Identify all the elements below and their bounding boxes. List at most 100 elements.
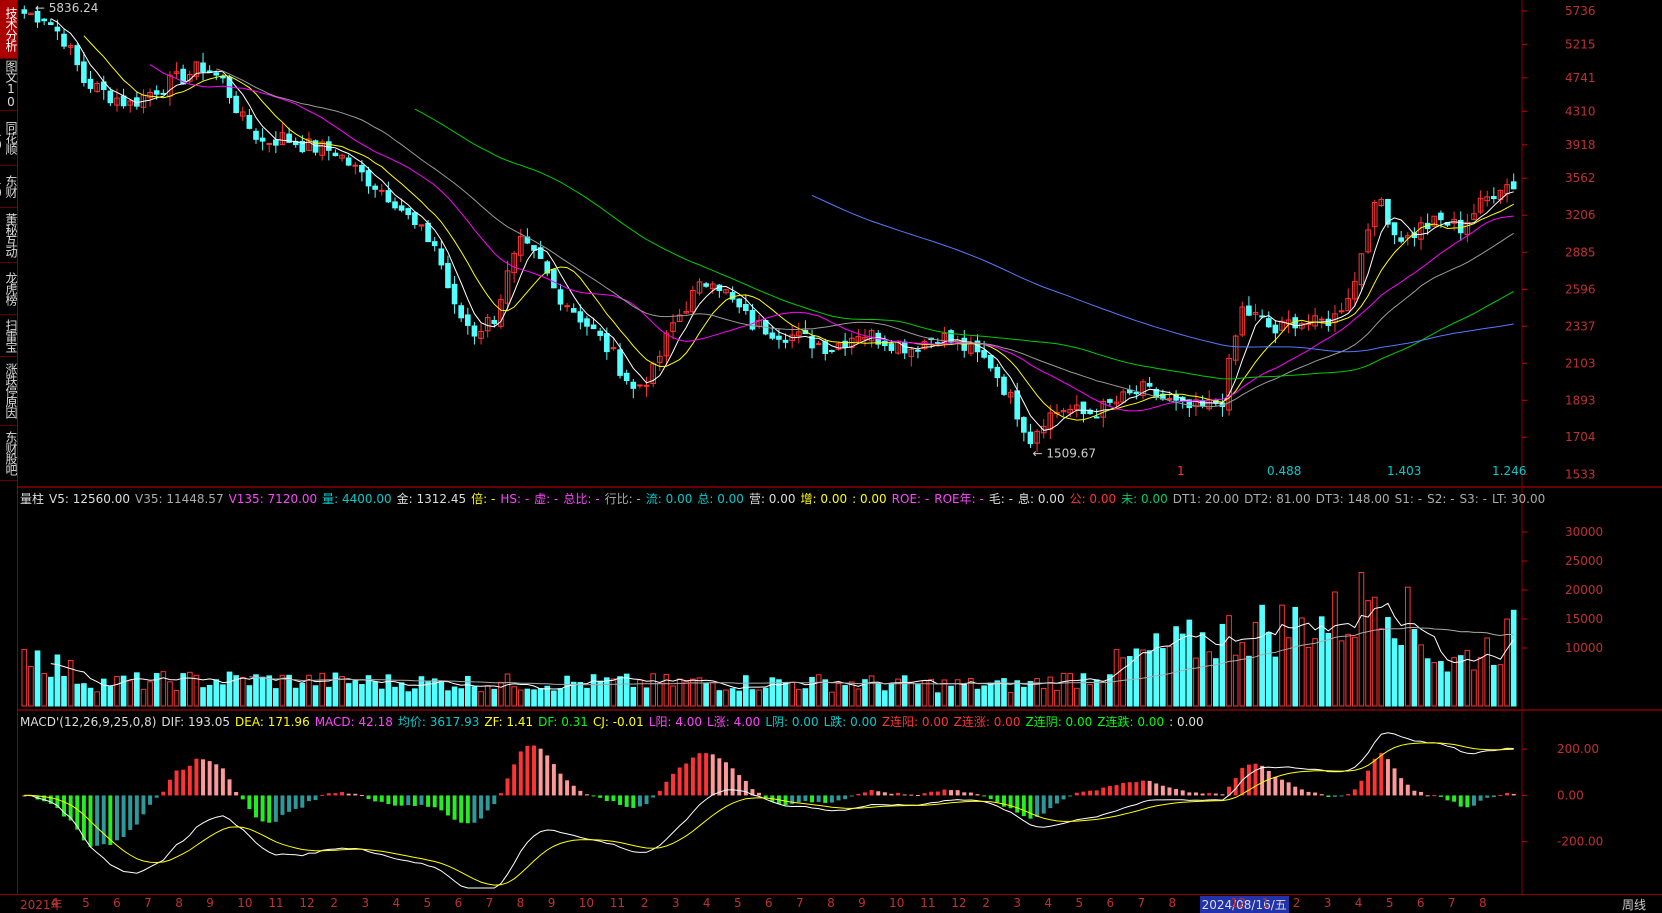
volume-bar xyxy=(934,692,941,707)
left-tab-0[interactable]: 技术分析 xyxy=(0,0,18,59)
stock-chart[interactable]: 5736 5215 4741 4310 3918 3562 3206 2885 2596 2337… xyxy=(17,0,1662,894)
price-tick-label-1: 5215 xyxy=(1565,37,1596,51)
time-label-44: 5 xyxy=(1385,896,1394,910)
macd-bar xyxy=(1213,793,1218,796)
price-tick-label-8: 2596 xyxy=(1565,282,1596,296)
left-tab-8[interactable]: 东财股吧 xyxy=(0,425,18,481)
volume-info-field-6: 倍: - xyxy=(471,492,496,506)
macd-bar xyxy=(379,795,384,802)
macd-bar xyxy=(492,795,497,805)
macd-bar xyxy=(1068,795,1073,797)
candle-body xyxy=(1491,196,1497,200)
volume-bar xyxy=(345,683,352,707)
macd-bar xyxy=(1379,753,1384,796)
macd-bar xyxy=(1167,787,1172,796)
candle-body xyxy=(372,185,378,190)
volume-bar xyxy=(1292,606,1299,707)
macd-bar xyxy=(101,795,106,845)
macd-bar xyxy=(882,792,887,796)
macd-bar xyxy=(1260,765,1265,796)
volume-bar xyxy=(610,678,617,707)
volume-bar xyxy=(855,688,862,707)
macd-bar xyxy=(1478,795,1483,801)
macd-bar xyxy=(657,790,662,796)
volume-bar xyxy=(795,689,802,707)
left-tab-4[interactable]: 董秘互动 xyxy=(0,207,18,263)
candle-body xyxy=(551,269,557,289)
macd-info-field-3: MACD: 42.18 xyxy=(314,715,393,729)
left-tab-1[interactable]: 图文10 xyxy=(0,58,18,111)
time-label-25: 7 xyxy=(796,896,804,910)
volume-bar xyxy=(1153,633,1160,707)
macd-bar xyxy=(1392,768,1397,796)
macd-bar xyxy=(1511,793,1516,796)
volume-bar xyxy=(1457,655,1464,707)
macd-bar xyxy=(565,780,570,796)
macd-bar xyxy=(320,794,325,796)
left-tab-6[interactable]: 扫雷宝 xyxy=(0,314,18,357)
volume-bar xyxy=(458,688,465,707)
price-tick-label-2: 4741 xyxy=(1565,71,1596,85)
macd-bar xyxy=(935,791,940,796)
macd-bar xyxy=(419,795,424,805)
macd-bar xyxy=(201,759,206,796)
macd-bar xyxy=(399,795,404,806)
volume-bar xyxy=(1166,645,1173,707)
volume-bar xyxy=(743,675,749,707)
time-label-6: 9 xyxy=(206,896,214,910)
volume-bar xyxy=(147,681,153,707)
price-tick-label-13: 1533 xyxy=(1565,467,1596,481)
volume-bar xyxy=(412,688,418,707)
macd-bar xyxy=(161,791,166,796)
macd-info-bar: MACD'(12,26,9,25,0,8) DIF: 193.05 DEA: 171… xyxy=(20,713,1209,730)
macd-bar xyxy=(406,795,411,806)
volume-bar xyxy=(537,688,544,707)
period-label[interactable]: 周线 xyxy=(1622,896,1646,913)
volume-bar xyxy=(1305,646,1312,707)
candle-body xyxy=(405,208,412,216)
volume-bar xyxy=(736,690,743,707)
volume-bar xyxy=(842,685,848,707)
left-tab-3[interactable]: 东财10 xyxy=(0,165,18,208)
left-tab-7[interactable]: 涨跌停原因 xyxy=(0,356,18,426)
volume-bar xyxy=(1206,651,1213,707)
volume-bar xyxy=(1345,633,1352,707)
candle-body xyxy=(994,366,1001,379)
time-label-5: 8 xyxy=(175,896,183,910)
volume-info-field-18: 毛: - xyxy=(988,492,1013,506)
macd-bar xyxy=(287,795,292,812)
macd-bar xyxy=(154,795,159,798)
macd-bar xyxy=(1405,784,1410,796)
macd-bar xyxy=(717,758,722,796)
macd-bar xyxy=(426,795,431,807)
volume-bar xyxy=(339,676,345,707)
macd-bar xyxy=(1041,795,1046,814)
volume-bar xyxy=(438,680,445,707)
macd-bar xyxy=(909,794,914,796)
volume-info-field-10: 行比: - xyxy=(604,492,641,506)
volume-bar xyxy=(1113,649,1120,707)
macd-bar xyxy=(1485,795,1490,798)
volume-bar xyxy=(1007,691,1014,707)
time-label-42: 3 xyxy=(1323,896,1332,910)
price-tick-label-11: 1893 xyxy=(1565,393,1596,407)
volume-bar xyxy=(127,680,134,707)
macd-bar xyxy=(743,780,748,796)
macd-bar xyxy=(432,795,437,808)
macd-bar xyxy=(81,795,86,841)
volume-bar xyxy=(901,675,908,707)
volume-bar xyxy=(1100,680,1107,707)
candle-body xyxy=(220,75,226,79)
macd-bar xyxy=(359,795,364,797)
macd-bar xyxy=(1306,791,1311,796)
price-tick-label-7: 2885 xyxy=(1565,245,1596,259)
volume-tick-label-1: 25000 xyxy=(1565,554,1603,568)
volume-bar xyxy=(1080,673,1087,707)
candle-body xyxy=(47,22,54,26)
macd-bar xyxy=(1054,795,1059,804)
left-tab-5[interactable]: 龙虎榜 xyxy=(0,262,18,315)
left-tab-2[interactable]: 同花顺10 xyxy=(0,110,18,166)
macd-bar xyxy=(1286,782,1291,796)
volume-info-field-11: 流: 0.00 xyxy=(645,492,693,506)
candle-body xyxy=(776,335,782,340)
